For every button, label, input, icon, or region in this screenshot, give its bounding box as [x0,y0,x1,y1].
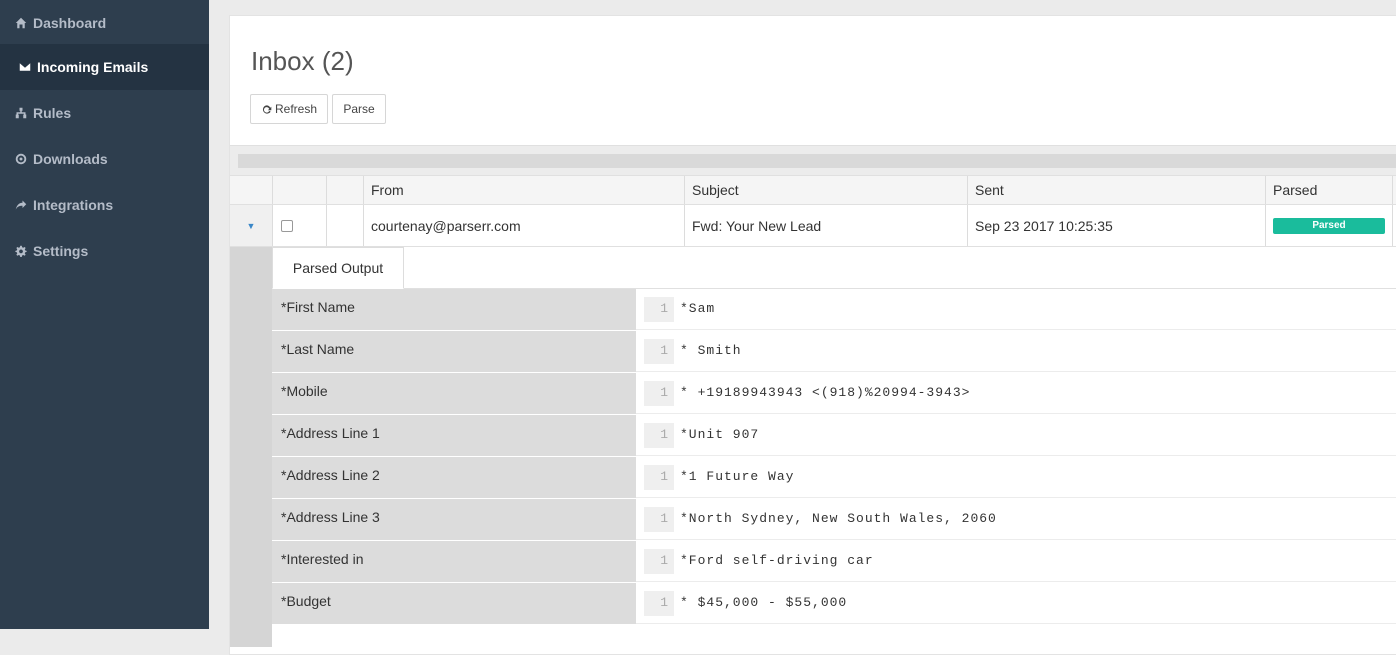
field-value-box: 1 * Smith [636,331,1396,372]
row-sent: Sep 23 2017 10:25:35 [967,205,1265,246]
field-row: *Interested in 1 *Ford self-driving car [272,541,1396,583]
line-number: 1 [644,591,674,616]
column-header-subject[interactable]: Subject [684,176,967,204]
sidebar-item-label: Settings [33,243,89,259]
sidebar-item-settings[interactable]: Settings [0,228,209,274]
table-header: From Subject Sent Parsed [230,175,1396,205]
tab-parsed-output[interactable]: Parsed Output [272,247,404,289]
field-row: *Address Line 3 1 *North Sydney, New Sou… [272,499,1396,541]
field-value: * $45,000 - $55,000 [680,595,848,610]
download-circle-icon [14,152,28,166]
field-value: *Unit 907 [680,427,760,442]
sidebar-item-label: Rules [33,105,72,121]
column-header-extra [1392,176,1396,204]
line-number: 1 [644,381,674,406]
sidebar-item-incoming-emails[interactable]: Incoming Emails [0,44,209,90]
column-header-from[interactable]: From [363,176,684,204]
field-row: *First Name 1 *Sam [272,289,1396,331]
refresh-button[interactable]: Refresh [250,94,328,124]
envelope-icon [18,60,32,74]
expand-row-icon[interactable]: ▼ [230,205,272,246]
sidebar-item-integrations[interactable]: Integrations [0,182,209,228]
field-value-box: 1 *Ford self-driving car [636,541,1396,582]
expander-header [230,176,272,204]
field-row: *Address Line 1 1 *Unit 907 [272,415,1396,457]
field-label: *Interested in [272,541,636,582]
sidebar: Dashboard Incoming Emails Rules Download… [0,0,209,629]
grid-toolbar [230,145,1396,175]
page-title: Inbox (2) [251,46,354,76]
field-value: * +19189943943 <(918)%20994-3943> [680,385,971,400]
gear-icon [14,244,28,258]
sitemap-icon [14,106,28,120]
column-header-sent[interactable]: Sent [967,176,1265,204]
table-row[interactable]: ▼ courtenay@parserr.com Fwd: Your New Le… [230,205,1396,247]
field-label: *Budget [272,583,636,624]
line-number: 1 [644,465,674,490]
line-number: 1 [644,549,674,574]
row-from: courtenay@parserr.com [363,205,684,246]
field-row: *Budget 1 * $45,000 - $55,000 [272,583,1396,625]
field-value-box: 1 *North Sydney, New South Wales, 2060 [636,499,1396,540]
sidebar-item-label: Dashboard [33,15,107,31]
field-value: *North Sydney, New South Wales, 2060 [680,511,997,526]
sidebar-item-dashboard[interactable]: Dashboard [0,0,209,46]
field-value: *1 Future Way [680,469,795,484]
sidebar-item-downloads[interactable]: Downloads [0,136,209,182]
row-extra-cell [1392,205,1396,246]
field-value: *Ford self-driving car [680,553,874,568]
row-parsed-cell: Parsed [1265,205,1392,246]
field-value-box: 1 *Unit 907 [636,415,1396,456]
line-number: 1 [644,507,674,532]
field-label: *Address Line 1 [272,415,636,456]
main-panel: Inbox (2) Refresh Parse From Subject Sen… [229,15,1396,655]
field-row: *Last Name 1 * Smith [272,331,1396,373]
field-value: *Sam [680,301,716,316]
row-select-cell [272,205,326,246]
status-badge: Parsed [1273,217,1385,234]
field-label: *Last Name [272,331,636,372]
line-number: 1 [644,339,674,364]
field-label: *Mobile [272,373,636,414]
sidebar-item-label: Incoming Emails [37,59,149,75]
parsed-fields: *First Name 1 *Sam *Last Name 1 * Smith … [272,289,1396,625]
field-value: * Smith [680,343,742,358]
select-header [272,176,326,204]
horizontal-scrollbar[interactable] [238,154,1396,168]
line-number: 1 [644,297,674,322]
share-arrow-icon [14,198,28,212]
line-number: 1 [644,423,674,448]
sidebar-item-label: Downloads [33,151,108,167]
sidebar-item-rules[interactable]: Rules [0,90,209,136]
row-checkbox[interactable] [281,219,293,232]
field-row: *Address Line 2 1 *1 Future Way [272,457,1396,499]
field-value-box: 1 *1 Future Way [636,457,1396,498]
row-subject: Fwd: Your New Lead [684,205,967,246]
refresh-label: Refresh [274,102,318,116]
detail-tabbar: Parsed Output [272,247,1396,289]
field-value-box: 1 * $45,000 - $55,000 [636,583,1396,624]
field-row: *Mobile 1 * +19189943943 <(918)%20994-39… [272,373,1396,415]
refresh-icon [262,104,272,114]
row-icon-cell [326,205,363,246]
field-label: *Address Line 3 [272,499,636,540]
field-label: *Address Line 2 [272,457,636,498]
field-value-box: 1 *Sam [636,289,1396,330]
parse-label: Parse [343,102,375,116]
icon-header [326,176,363,204]
field-label: *First Name [272,289,636,330]
sidebar-item-label: Integrations [33,197,114,213]
parse-button[interactable]: Parse [332,94,386,124]
field-value-box: 1 * +19189943943 <(918)%20994-3943> [636,373,1396,414]
detail-gutter [230,247,272,647]
column-header-parsed[interactable]: Parsed [1265,176,1392,204]
home-icon [14,16,28,30]
